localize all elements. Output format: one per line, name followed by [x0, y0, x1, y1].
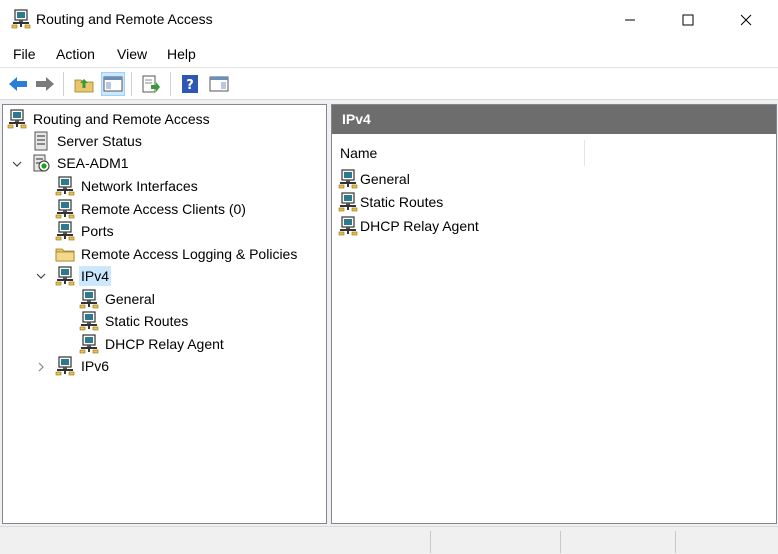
network-icon: [338, 169, 358, 189]
results-pane: IPv4 Name General Static Routes DHCP Rel…: [331, 104, 777, 524]
network-icon: [55, 199, 75, 219]
tree-item-label: Ports: [81, 223, 114, 239]
status-divider: [430, 531, 431, 553]
minimize-icon: [625, 19, 635, 21]
forward-arrow-icon: [36, 77, 54, 91]
chevron-down-icon[interactable]: [12, 159, 22, 169]
show-hide-console-tree-button[interactable]: [101, 72, 125, 96]
network-icon: [338, 192, 358, 212]
back-button[interactable]: [6, 72, 30, 96]
tree-item-label: Remote Access Clients (0): [81, 201, 246, 217]
tree-item-remote-access-clients[interactable]: Remote Access Clients (0): [55, 199, 248, 219]
tree-item-ipv4[interactable]: IPv4: [55, 266, 112, 286]
window-title: Routing and Remote Access: [36, 11, 213, 27]
tree-item-label: Remote Access Logging & Policies: [81, 246, 298, 262]
column-divider[interactable]: [584, 140, 585, 166]
status-divider: [560, 531, 561, 553]
close-icon: [740, 14, 752, 26]
back-arrow-icon: [9, 77, 27, 91]
toolbar: ?: [0, 68, 778, 100]
minimize-button[interactable]: [607, 0, 653, 40]
tree-item-static-routes[interactable]: Static Routes: [79, 311, 190, 331]
menu-view[interactable]: View: [117, 46, 147, 62]
status-bar: [0, 526, 778, 554]
list-item-label: DHCP Relay Agent: [360, 218, 479, 234]
column-header-name[interactable]: Name: [332, 138, 776, 166]
up-one-level-button[interactable]: [72, 72, 96, 96]
tree-item-label: Server Status: [57, 133, 142, 149]
tree-item-dhcp-relay-agent[interactable]: DHCP Relay Agent: [79, 334, 226, 354]
list-item[interactable]: Static Routes: [338, 191, 443, 213]
network-icon: [55, 266, 75, 286]
tree-item-ports[interactable]: Ports: [55, 221, 116, 241]
help-icon: ?: [182, 75, 198, 93]
results-header: IPv4: [332, 105, 776, 134]
network-icon: [79, 334, 99, 354]
export-list-button[interactable]: [139, 72, 163, 96]
routing-icon: [7, 109, 27, 129]
console-tree-icon: [103, 76, 123, 92]
maximize-button[interactable]: [665, 0, 711, 40]
tree-item-label: Static Routes: [105, 313, 189, 329]
server-icon: [31, 131, 51, 151]
list-item-label: Static Routes: [360, 194, 444, 210]
maximize-icon: [682, 14, 694, 26]
list-item-label: General: [360, 171, 410, 187]
status-divider: [675, 531, 676, 553]
close-button[interactable]: [723, 0, 769, 40]
folder-icon: [55, 244, 75, 264]
show-hide-action-pane-button[interactable]: [207, 72, 231, 96]
tree-item-label: SEA-ADM1: [57, 155, 129, 171]
list-item[interactable]: General: [338, 168, 410, 190]
forward-button[interactable]: [33, 72, 57, 96]
toolbar-separator: [131, 72, 132, 96]
folder-up-icon: [74, 79, 94, 93]
tree-item-server-status[interactable]: Server Status: [31, 131, 144, 151]
menu-help[interactable]: Help: [167, 46, 196, 62]
menu-bar: File Action View Help: [0, 40, 778, 68]
network-icon: [55, 176, 75, 196]
network-icon: [79, 311, 99, 331]
toolbar-separator: [170, 72, 171, 96]
column-name-label: Name: [340, 145, 378, 161]
menu-action[interactable]: Action: [56, 46, 95, 62]
export-list-icon: [142, 75, 160, 93]
tree-item-label: Routing and Remote Access: [33, 111, 210, 127]
console-tree: Routing and Remote Access Server Status …: [2, 104, 327, 524]
svg-text:?: ?: [186, 78, 194, 93]
network-icon: [55, 221, 75, 241]
network-icon: [55, 356, 75, 376]
tree-item-label: DHCP Relay Agent: [105, 336, 224, 352]
chevron-down-icon[interactable]: [36, 271, 46, 281]
list-item[interactable]: DHCP Relay Agent: [338, 215, 479, 237]
server-status-green-icon: [31, 153, 51, 173]
tree-item-label: Network Interfaces: [81, 178, 198, 194]
chevron-right-icon[interactable]: [36, 362, 46, 372]
tree-item-network-interfaces[interactable]: Network Interfaces: [55, 176, 200, 196]
tree-item-ipv6[interactable]: IPv6: [55, 356, 111, 376]
tree-item-label: IPv6: [81, 358, 110, 374]
routing-app-icon: [11, 9, 31, 29]
tree-item-logging-policies[interactable]: Remote Access Logging & Policies: [55, 244, 299, 264]
network-icon: [338, 216, 358, 236]
menu-file[interactable]: File: [13, 46, 36, 62]
action-pane-icon: [209, 76, 229, 92]
tree-item-routing-root[interactable]: Routing and Remote Access: [7, 109, 212, 129]
toolbar-separator: [63, 72, 64, 96]
help-button[interactable]: ?: [178, 72, 202, 96]
network-icon: [79, 289, 99, 309]
tree-item-general[interactable]: General: [79, 289, 157, 309]
tree-item-sea-adm1[interactable]: SEA-ADM1: [31, 153, 131, 173]
tree-item-label: General: [105, 291, 155, 307]
title-bar: Routing and Remote Access: [0, 0, 778, 40]
tree-item-label: IPv4: [79, 266, 112, 286]
